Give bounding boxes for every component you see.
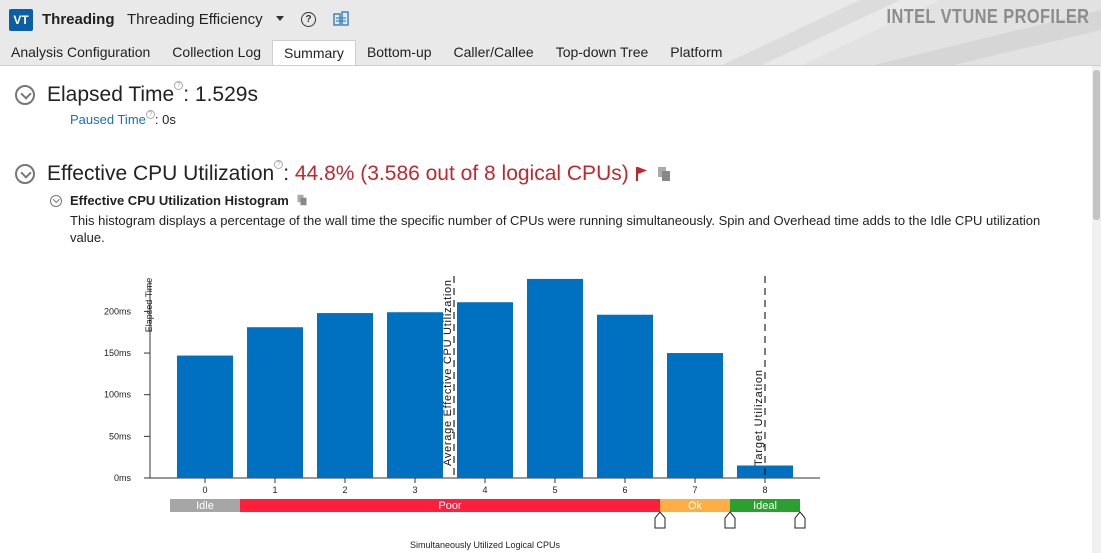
vertical-scrollbar[interactable] — [1092, 66, 1101, 553]
chevron-down-icon[interactable] — [276, 16, 284, 21]
tab-collection-log[interactable]: Collection Log — [161, 40, 272, 65]
analysis-type-selector[interactable]: Threading Efficiency — [127, 11, 263, 28]
x-tick-label: 2 — [342, 485, 347, 495]
copy-icon[interactable] — [296, 194, 308, 206]
x-tick-label: 3 — [412, 485, 417, 495]
flag-icon — [635, 167, 647, 182]
tab-caller-callee[interactable]: Caller/Callee — [443, 40, 545, 65]
y-tick-label: 50ms — [109, 431, 132, 441]
scrollbar-thumb[interactable] — [1093, 70, 1100, 220]
x-tick-label: 6 — [622, 485, 627, 495]
histogram-description: This histogram displays a percentage of … — [70, 213, 1041, 245]
threshold-slider-handle[interactable] — [724, 511, 736, 529]
threshold-slider-handle[interactable] — [654, 511, 666, 529]
histogram-title: Effective CPU Utilization Histogram — [70, 193, 308, 208]
y-tick-label: 200ms — [104, 306, 132, 316]
top-toolbar: VT Threading Threading Efficiency ? INTE… — [0, 0, 1101, 66]
x-tick-label: 4 — [482, 485, 487, 495]
cpu-utilization-heading: Effective CPU Utilization?: 44.8% (3.586… — [47, 160, 671, 186]
histogram-bar — [317, 313, 373, 478]
help-icon[interactable]: ? — [274, 160, 284, 169]
x-tick-label: 8 — [762, 485, 767, 495]
tab-bottom-up[interactable]: Bottom-up — [356, 40, 443, 65]
utilization-zone-label: Idle — [196, 500, 214, 512]
help-icon[interactable]: ? — [145, 110, 155, 119]
y-tick-label: 150ms — [104, 348, 132, 358]
x-tick-label: 7 — [692, 485, 697, 495]
cpu-utilization-label: Effective CPU Utilization — [47, 162, 275, 185]
x-tick-label: 1 — [272, 485, 277, 495]
brand-logo: INTEL VTUNE PROFILER — [886, 6, 1089, 28]
summary-panel: Elapsed Time?: 1.529s Paused Time?: 0s E… — [0, 66, 1092, 553]
y-tick-label: 100ms — [104, 390, 132, 400]
paused-time-value: 0s — [162, 112, 176, 127]
collapse-cpu-utilization-icon[interactable] — [15, 164, 35, 184]
elapsed-time-label: Elapsed Time — [47, 83, 175, 106]
app-title: Threading — [42, 11, 115, 28]
utilization-zone-label: Ideal — [753, 500, 777, 512]
collapse-elapsed-icon[interactable] — [15, 85, 35, 105]
elapsed-time-heading: Elapsed Time?: 1.529s — [47, 81, 258, 107]
paused-time-row: Paused Time?: 0s — [70, 110, 176, 127]
histogram-bar — [387, 312, 443, 478]
help-icon[interactable]: ? — [301, 12, 316, 27]
tab-platform[interactable]: Platform — [659, 40, 733, 65]
x-tick-label: 5 — [552, 485, 557, 495]
help-icon[interactable]: ? — [174, 81, 184, 90]
collapse-histogram-icon[interactable] — [50, 195, 62, 207]
x-tick-label: 0 — [202, 485, 207, 495]
compare-icon[interactable] — [333, 11, 349, 27]
histogram-title-text: Effective CPU Utilization Histogram — [70, 193, 289, 208]
elapsed-separator: : — [183, 83, 195, 106]
y-axis-label: Elapsed Time — [144, 278, 154, 333]
tab-top-down-tree[interactable]: Top-down Tree — [545, 40, 660, 65]
histogram-bar — [457, 302, 513, 478]
histogram-bar — [527, 278, 583, 478]
histogram-bar — [247, 327, 303, 478]
histogram-bar — [597, 314, 653, 478]
cpu-utilization-separator: : — [283, 162, 295, 185]
utilization-marker-label: Target Utilization — [753, 370, 765, 466]
histogram-bar — [177, 355, 233, 478]
threshold-slider-handle[interactable] — [794, 511, 806, 529]
utilization-marker-label: Average Effective CPU Utilization — [442, 280, 454, 466]
utilization-zone-label: Poor — [438, 500, 462, 512]
histogram-bar — [667, 353, 723, 478]
tab-summary[interactable]: Summary — [272, 40, 356, 65]
utilization-zone-label: Ok — [688, 500, 703, 512]
tab-bar: Analysis Configuration Collection Log Su… — [0, 40, 733, 65]
elapsed-time-value: 1.529s — [194, 83, 258, 106]
cpu-utilization-value: 44.8% (3.586 out of 8 logical CPUs) — [294, 162, 629, 185]
y-tick-label: 0ms — [114, 473, 132, 483]
tab-analysis-configuration[interactable]: Analysis Configuration — [0, 40, 161, 65]
x-axis-label: Simultaneously Utilized Logical CPUs — [410, 540, 561, 550]
vtune-logo: VT — [9, 9, 33, 31]
cpu-utilization-histogram: Elapsed Time 0ms 50ms 100ms 150ms 200ms 0 1 2 3 4 5… — [104, 276, 820, 550]
paused-time-link[interactable]: Paused Time — [70, 112, 146, 127]
copy-icon[interactable] — [657, 166, 671, 182]
